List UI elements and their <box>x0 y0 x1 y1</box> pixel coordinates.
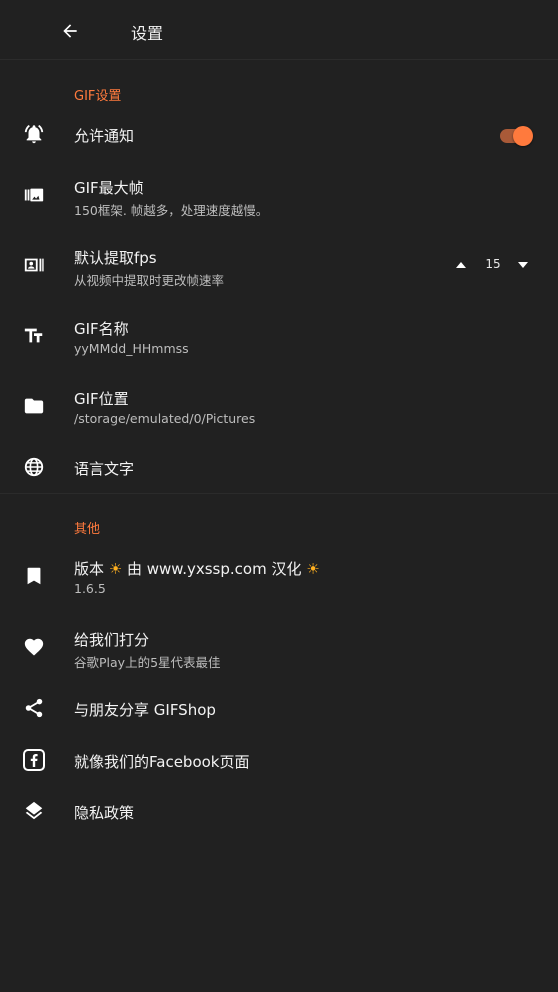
bell-icon <box>22 122 46 146</box>
setting-title: GIF最大帧 <box>74 179 144 197</box>
arrow-left-icon <box>63 24 77 38</box>
setting-subtitle: /storage/emulated/0/Pictures <box>74 411 256 426</box>
section-divider <box>0 493 558 494</box>
frames-icon <box>22 183 46 207</box>
back-button[interactable] <box>58 19 82 43</box>
setting-subtitle: 从视频中提取时更改帧速率 <box>74 273 225 288</box>
setting-title: 给我们打分 <box>74 631 150 649</box>
decrement-button[interactable] <box>516 259 530 271</box>
bookmark-icon <box>22 564 46 588</box>
setting-title: 默认提取fps <box>74 249 157 267</box>
translator-text: 由 www.yxssp.com 汉化 <box>122 560 307 578</box>
setting-subtitle: yyMMdd_HHmmss <box>74 341 189 356</box>
fps-icon <box>22 253 46 277</box>
increment-button[interactable] <box>454 259 468 271</box>
setting-title: 与朋友分享 GIFShop <box>74 701 216 719</box>
setting-title: 语言文字 <box>74 460 135 478</box>
heart-icon <box>22 635 46 659</box>
setting-title: GIF位置 <box>74 390 129 408</box>
setting-subtitle: 150框架. 帧越多，处理速度越慢。 <box>74 203 269 218</box>
stepper-value: 15 <box>485 257 501 271</box>
setting-title: 就像我们的Facebook页面 <box>74 753 250 771</box>
folder-icon <box>22 394 46 418</box>
version-label: 版本 <box>74 560 109 578</box>
setting-subtitle: 1.6.5 <box>74 581 106 596</box>
sparkle-icon: ☀ <box>306 560 320 578</box>
globe-icon <box>22 455 46 479</box>
setting-title: 隐私政策 <box>74 804 135 822</box>
setting-title: 版本 ☀ 由 www.yxssp.com 汉化 ☀ <box>74 558 320 579</box>
sparkle-icon: ☀ <box>108 560 123 578</box>
triangle-up-icon <box>456 262 466 268</box>
layers-icon <box>22 799 46 823</box>
facebook-icon <box>22 748 46 772</box>
page-title: 设置 <box>131 24 164 43</box>
notification-toggle[interactable] <box>500 125 534 146</box>
setting-title: GIF名称 <box>74 320 129 338</box>
app-bar: 设置 <box>0 0 558 60</box>
setting-subtitle: 谷歌Play上的5星代表最佳 <box>74 655 221 670</box>
text-size-icon <box>22 324 46 348</box>
section-header-other: 其他 <box>74 522 101 537</box>
share-icon <box>22 696 46 720</box>
triangle-down-icon <box>518 262 528 268</box>
toggle-knob <box>513 126 533 146</box>
section-header-gif: GIF设置 <box>74 89 122 104</box>
fps-stepper[interactable]: 15 <box>452 253 532 277</box>
setting-title: 允许通知 <box>74 127 135 145</box>
